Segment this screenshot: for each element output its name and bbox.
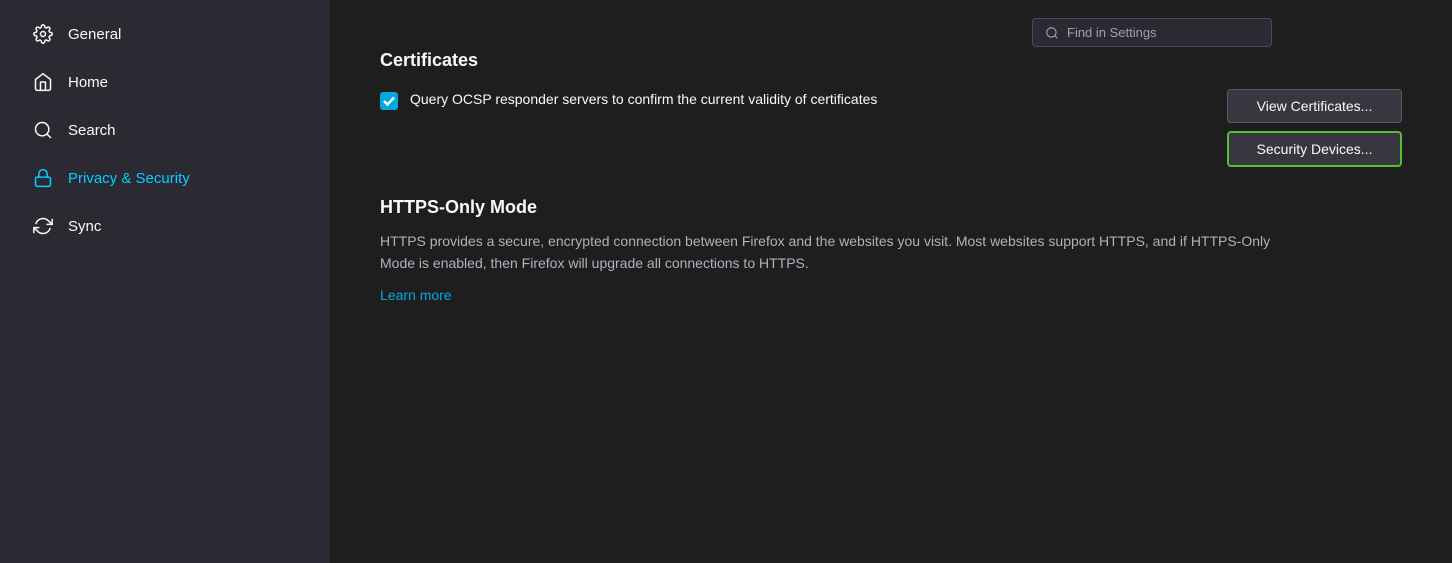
sidebar-item-general-label: General bbox=[68, 26, 121, 43]
learn-more-link[interactable]: Learn more bbox=[380, 287, 452, 303]
ocsp-checkbox[interactable] bbox=[380, 92, 398, 110]
find-in-settings-container bbox=[1032, 18, 1272, 47]
gear-icon bbox=[32, 23, 54, 45]
find-in-settings-input[interactable] bbox=[1067, 25, 1259, 40]
sidebar-item-home[interactable]: Home bbox=[8, 59, 322, 105]
find-in-settings-bar bbox=[1032, 18, 1272, 47]
home-icon bbox=[32, 71, 54, 93]
search-icon bbox=[32, 119, 54, 141]
sidebar-item-sync[interactable]: Sync bbox=[8, 203, 322, 249]
certificates-row: Query OCSP responder servers to confirm … bbox=[380, 89, 1402, 167]
sidebar-item-search-label: Search bbox=[68, 122, 116, 139]
ocsp-checkbox-container[interactable] bbox=[380, 92, 398, 110]
sidebar-item-general[interactable]: General bbox=[8, 11, 322, 57]
https-only-mode-title: HTTPS-Only Mode bbox=[380, 197, 1402, 218]
checkmark-icon bbox=[383, 95, 395, 107]
sidebar-item-search[interactable]: Search bbox=[8, 107, 322, 153]
view-certificates-button[interactable]: View Certificates... bbox=[1227, 89, 1402, 123]
https-only-mode-description: HTTPS provides a secure, encrypted conne… bbox=[380, 230, 1280, 275]
sidebar-item-home-label: Home bbox=[68, 74, 108, 91]
sync-icon bbox=[32, 215, 54, 237]
sidebar-item-privacy-security-label: Privacy & Security bbox=[68, 170, 190, 187]
security-devices-button[interactable]: Security Devices... bbox=[1227, 131, 1402, 167]
find-icon bbox=[1045, 26, 1059, 40]
certificates-left: Query OCSP responder servers to confirm … bbox=[380, 89, 877, 110]
certificates-buttons: View Certificates... Security Devices... bbox=[1227, 89, 1402, 167]
ocsp-description: Query OCSP responder servers to confirm … bbox=[410, 89, 877, 110]
main-content: Certificates Query OCSP responder server… bbox=[330, 0, 1452, 563]
certificates-title: Certificates bbox=[380, 50, 1402, 71]
sidebar: General Home Search Privacy & Security bbox=[0, 0, 330, 563]
lock-icon bbox=[32, 167, 54, 189]
sidebar-item-privacy-security[interactable]: Privacy & Security bbox=[8, 155, 322, 201]
sidebar-item-sync-label: Sync bbox=[68, 218, 101, 235]
